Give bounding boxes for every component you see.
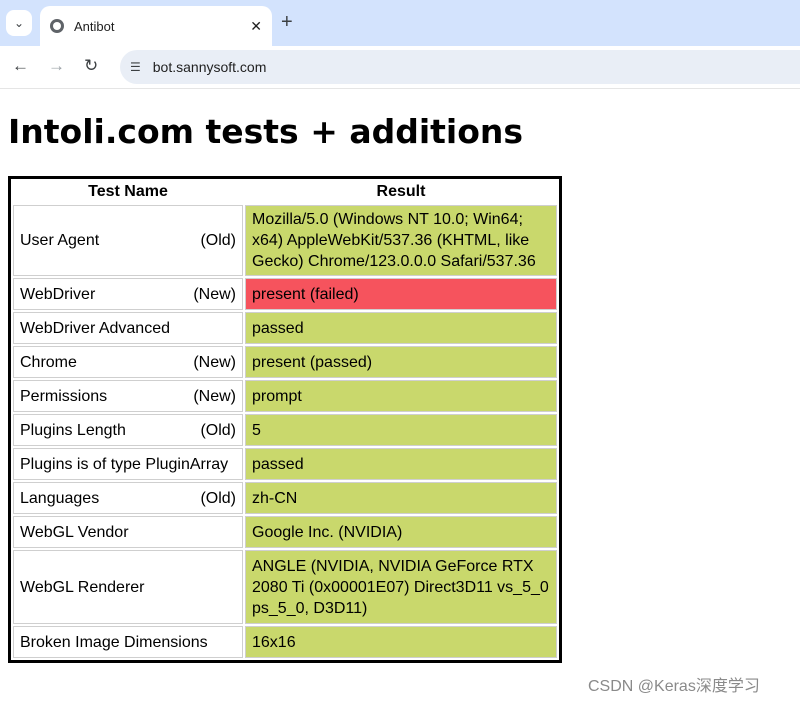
test-name-cell: WebGL Renderer <box>13 550 243 624</box>
test-name: Chrome <box>20 353 77 371</box>
test-name-wrap: Permissions (New) <box>20 386 236 407</box>
reload-icon[interactable]: ↻ <box>84 56 98 76</box>
test-name-wrap: Chrome (New) <box>20 352 236 373</box>
result-cell-passed: prompt <box>245 380 557 412</box>
test-tag: (New) <box>193 285 236 303</box>
test-name-cell: WebGL Vendor <box>13 516 243 548</box>
result-cell-passed: zh-CN <box>245 482 557 514</box>
table-row: Languages (Old) zh-CN <box>13 482 557 514</box>
chevron-down-icon[interactable]: ⌄ <box>6 10 32 36</box>
test-name: WebGL Vendor <box>20 523 129 541</box>
test-name-wrap: WebGL Vendor <box>20 522 236 543</box>
tab-strip: ⌄ Antibot ✕ + <box>0 0 800 46</box>
table-row: Chrome (New) present (passed) <box>13 346 557 378</box>
test-name-cell: WebDriver Advanced <box>13 312 243 344</box>
test-name-wrap: Plugins Length (Old) <box>20 420 236 441</box>
close-icon[interactable]: ✕ <box>250 18 262 35</box>
table-row: WebGL Vendor Google Inc. (NVIDIA) <box>13 516 557 548</box>
table-row: WebDriver Advanced passed <box>13 312 557 344</box>
address-bar[interactable]: ☰ bot.sannysoft.com <box>120 50 800 84</box>
test-name-cell: Permissions (New) <box>13 380 243 412</box>
table-row: Broken Image Dimensions 16x16 <box>13 626 557 658</box>
column-header-test-name: Test Name <box>88 183 168 200</box>
table-row: Plugins Length (Old) 5 <box>13 414 557 446</box>
results-table: Test Name Result User Agent (Old) Mozilla/… <box>8 176 562 663</box>
test-tag: (Old) <box>200 232 236 249</box>
result-cell-passed: passed <box>245 312 557 344</box>
test-name: Plugins is of type PluginArray <box>20 455 229 473</box>
result-cell-passed: ANGLE (NVIDIA, NVIDIA GeForce RTX 2080 T… <box>245 550 557 624</box>
back-arrow-icon[interactable]: ← <box>12 56 29 76</box>
result-cell-passed: Google Inc. (NVIDIA) <box>245 516 557 548</box>
site-settings-icon[interactable]: ☰ <box>130 60 141 74</box>
test-name: User Agent <box>20 232 100 249</box>
test-name-wrap: WebGL Renderer <box>20 577 236 598</box>
url-text[interactable]: bot.sannysoft.com <box>153 59 267 75</box>
table-row: Plugins is of type PluginArray passed <box>13 448 557 480</box>
test-name-cell: Plugins Length (Old) <box>13 414 243 446</box>
test-tag: (Old) <box>200 489 236 507</box>
test-name-wrap: Plugins is of type PluginArray <box>20 454 236 475</box>
test-name-cell: WebDriver (New) <box>13 278 243 310</box>
new-tab-button[interactable]: + <box>281 12 293 32</box>
test-name-cell: Languages (Old) <box>13 482 243 514</box>
test-name-cell: User Agent (Old) <box>13 205 243 276</box>
test-name: WebDriver Advanced <box>20 319 170 337</box>
table-header-row: Test Name Result <box>13 181 557 203</box>
test-name: Broken Image Dimensions <box>20 633 208 651</box>
result-cell-passed: present (passed) <box>245 346 557 378</box>
column-header-result: Result <box>376 183 426 200</box>
browser-toolbar: ← → ↻ ☰ bot.sannysoft.com <box>0 46 800 89</box>
test-name-cell: Chrome (New) <box>13 346 243 378</box>
table-row: Permissions (New) prompt <box>13 380 557 412</box>
test-name-cell: Broken Image Dimensions <box>13 626 243 658</box>
test-name: WebGL Renderer <box>20 578 145 596</box>
tab-antibot[interactable]: Antibot ✕ <box>40 6 272 46</box>
test-tag: (New) <box>193 353 236 371</box>
result-cell-passed: 5 <box>245 414 557 446</box>
table-row: WebGL Renderer ANGLE (NVIDIA, NVIDIA GeFo… <box>13 550 557 624</box>
globe-icon <box>50 19 64 33</box>
test-tag: (Old) <box>200 421 236 439</box>
test-name-cell: Plugins is of type PluginArray <box>13 448 243 480</box>
test-tag: (New) <box>193 387 236 405</box>
watermark: CSDN @Keras深度学习 <box>588 678 760 695</box>
test-name-wrap: User Agent (Old) <box>20 230 236 251</box>
test-name: WebDriver <box>20 285 96 303</box>
test-name-wrap: Broken Image Dimensions <box>20 632 236 653</box>
result-cell-passed: Mozilla/5.0 (Windows NT 10.0; Win64; x64… <box>245 205 557 276</box>
table-row: User Agent (Old) Mozilla/5.0 (Windows NT 1… <box>13 205 557 276</box>
page-title: Intoli.com tests + additions <box>8 112 524 151</box>
result-cell-passed: passed <box>245 448 557 480</box>
test-name-wrap: WebDriver Advanced <box>20 318 236 339</box>
test-name-wrap: WebDriver (New) <box>20 284 236 305</box>
table-row: WebDriver (New) present (failed) <box>13 278 557 310</box>
test-name: Languages <box>20 489 100 507</box>
forward-arrow-icon[interactable]: → <box>48 56 65 76</box>
result-cell-passed: 16x16 <box>245 626 557 658</box>
tab-title: Antibot <box>74 18 115 34</box>
test-name: Permissions <box>20 387 108 405</box>
result-cell-failed: present (failed) <box>245 278 557 310</box>
test-name-wrap: Languages (Old) <box>20 488 236 509</box>
test-name: Plugins Length <box>20 421 126 439</box>
